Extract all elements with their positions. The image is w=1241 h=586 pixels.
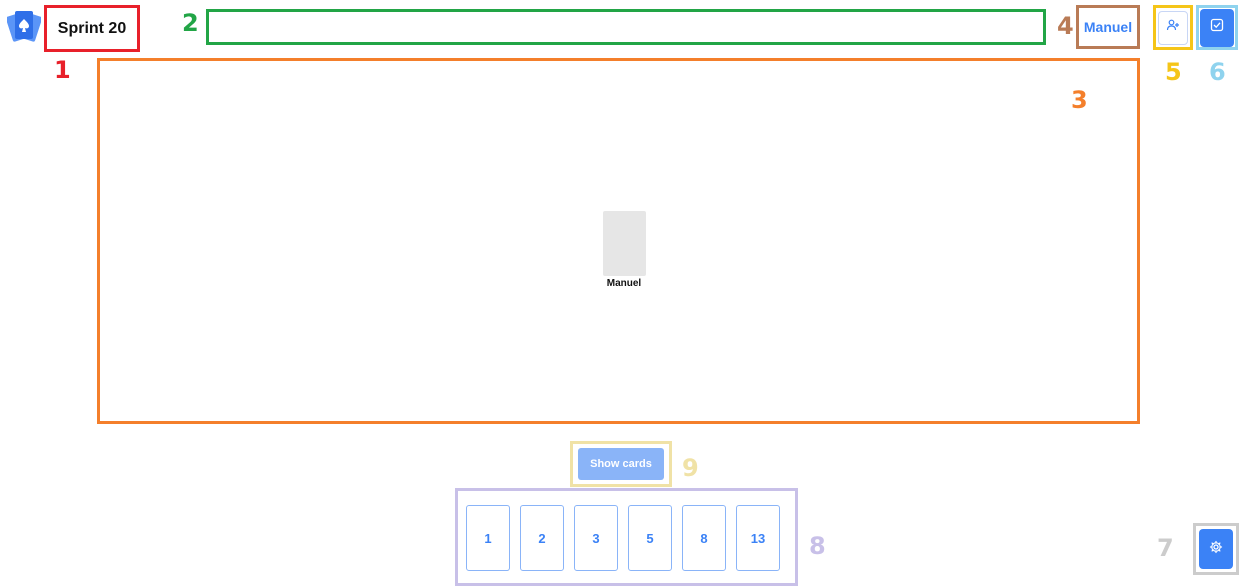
annotation-label-7: 7 [1157,534,1174,562]
add-user-icon [1166,18,1180,37]
poker-table: Manuel [97,58,1140,424]
card-deck: 1 2 3 5 8 13 [455,488,798,586]
annotation-label-1: 1 [54,56,71,84]
invite-players-button[interactable] [1158,10,1188,45]
settings-button[interactable] [1199,529,1233,569]
player-name-label: Manuel [606,278,642,289]
room-title-text: Sprint 20 [57,19,127,37]
tasks-area [1196,5,1238,50]
annotation-label-4: 4 [1057,12,1074,40]
annotation-label-8: 8 [809,532,826,560]
player-name-text: Manuel [1083,19,1133,35]
settings-area [1193,523,1239,575]
show-cards-button[interactable]: Show cards [578,448,664,480]
player-seat: Manuel [602,211,646,289]
annotation-label-3: 3 [1071,86,1088,114]
cards-logo-icon[interactable] [5,8,43,44]
deck-card[interactable]: 8 [682,505,726,571]
deck-card[interactable]: 5 [628,505,672,571]
annotation-label-9: 9 [682,454,699,482]
deck-card[interactable]: 13 [736,505,780,571]
show-cards-area: Show cards [570,441,672,487]
deck-card[interactable]: 3 [574,505,618,571]
player-name-button[interactable]: Manuel [1076,5,1140,49]
checkbox-icon [1210,18,1224,37]
issue-title-input[interactable] [206,9,1046,45]
player-card [602,211,646,276]
deck-card[interactable]: 2 [520,505,564,571]
invite-players-area [1153,5,1193,50]
room-title[interactable]: Sprint 20 [44,5,140,52]
annotation-label-6: 6 [1209,58,1226,86]
annotation-label-2: 2 [182,9,199,37]
annotation-label-5: 5 [1165,58,1182,86]
gear-icon [1209,540,1223,559]
deck-card[interactable]: 1 [466,505,510,571]
planning-poker-page: Sprint 20 1 2 4 Manuel 5 6 Manuel 3 Show… [0,0,1241,586]
tasks-button[interactable] [1200,8,1234,47]
